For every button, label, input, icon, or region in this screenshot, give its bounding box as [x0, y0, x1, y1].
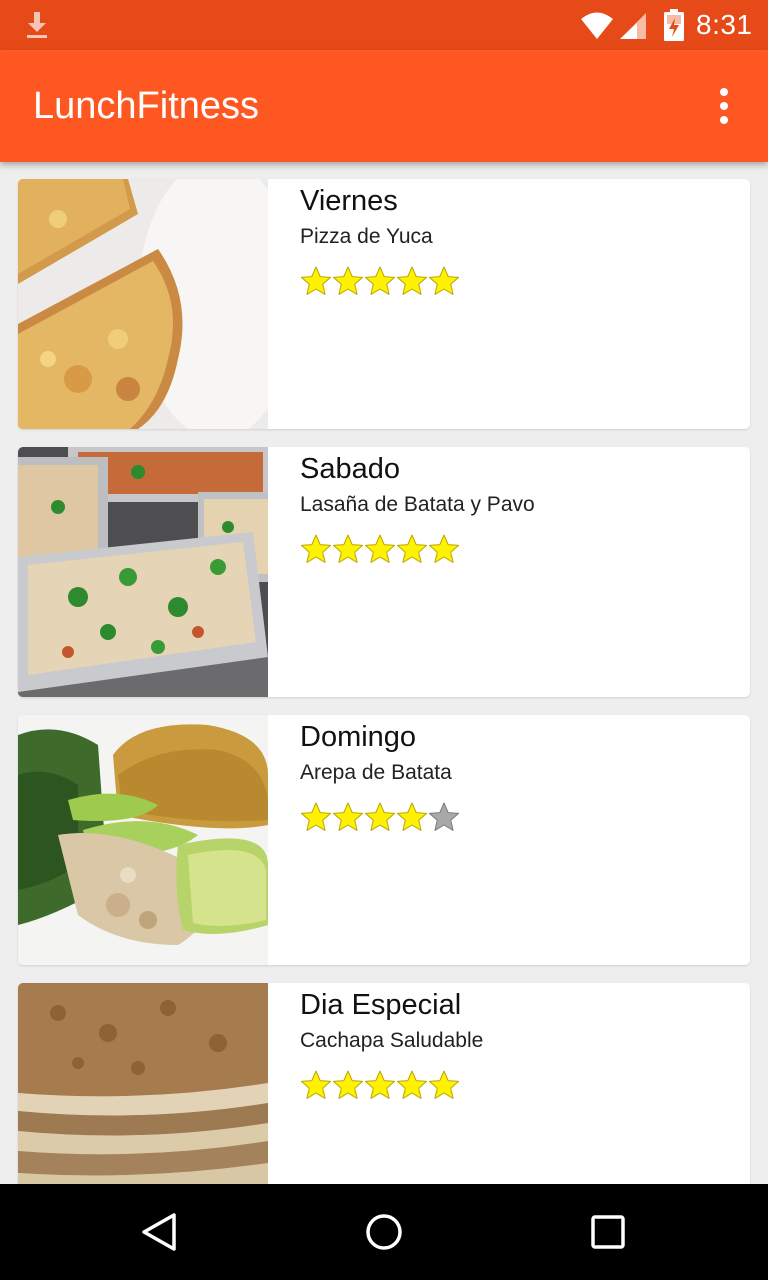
star-filled-icon	[332, 534, 364, 563]
star-filled-icon	[396, 1070, 428, 1099]
star-filled-icon	[300, 534, 332, 563]
star-filled-icon	[428, 534, 460, 563]
pancakes-photo	[18, 983, 268, 1184]
overflow-menu-icon[interactable]	[706, 86, 742, 126]
navigation-bar	[0, 1184, 768, 1280]
status-bar: 8:31	[0, 0, 768, 50]
star-filled-icon	[428, 1070, 460, 1099]
app-title: LunchFitness	[33, 85, 260, 127]
back-icon[interactable]	[140, 1212, 180, 1252]
lunch-list[interactable]: Viernes Pizza de Yuca Sabado Lasaña de B…	[0, 162, 768, 1184]
star-filled-icon	[332, 802, 364, 831]
wifi-icon	[581, 12, 613, 39]
rating-stars	[300, 801, 460, 835]
list-item[interactable]: Dia Especial Cachapa Saludable	[18, 983, 750, 1184]
item-day: Dia Especial	[300, 989, 462, 1021]
star-filled-icon	[332, 266, 364, 295]
app-bar: LunchFitness	[0, 50, 768, 162]
star-filled-icon	[364, 266, 396, 295]
star-filled-icon	[332, 1070, 364, 1099]
star-filled-icon	[300, 1070, 332, 1099]
item-dish: Cachapa Saludable	[300, 1029, 484, 1052]
star-filled-icon	[364, 1070, 396, 1099]
arepa-photo	[18, 715, 268, 965]
lasagna-photo	[18, 447, 268, 697]
item-day: Domingo	[300, 721, 417, 753]
pizza-photo	[18, 179, 268, 429]
star-filled-icon	[428, 266, 460, 295]
home-icon[interactable]	[364, 1212, 404, 1252]
item-dish: Arepa de Batata	[300, 761, 452, 784]
rating-stars	[300, 265, 460, 299]
signal-icon	[620, 13, 646, 39]
star-filled-icon	[396, 802, 428, 831]
rating-stars	[300, 533, 460, 567]
item-day: Sabado	[300, 453, 400, 485]
clock-time: 8:31	[696, 9, 753, 40]
rating-stars	[300, 1069, 460, 1103]
star-filled-icon	[396, 266, 428, 295]
recents-icon[interactable]	[590, 1214, 626, 1250]
star-filled-icon	[364, 534, 396, 563]
star-filled-icon	[300, 266, 332, 295]
list-item[interactable]: Domingo Arepa de Batata	[18, 715, 750, 965]
star-empty-icon	[428, 802, 460, 831]
star-filled-icon	[396, 534, 428, 563]
item-dish: Lasaña de Batata y Pavo	[300, 493, 535, 516]
star-filled-icon	[300, 802, 332, 831]
star-filled-icon	[364, 802, 396, 831]
download-icon	[27, 12, 47, 38]
list-item[interactable]: Sabado Lasaña de Batata y Pavo	[18, 447, 750, 697]
battery-icon	[664, 9, 684, 41]
item-day: Viernes	[300, 185, 398, 217]
list-item[interactable]: Viernes Pizza de Yuca	[18, 179, 750, 429]
item-dish: Pizza de Yuca	[300, 225, 433, 248]
